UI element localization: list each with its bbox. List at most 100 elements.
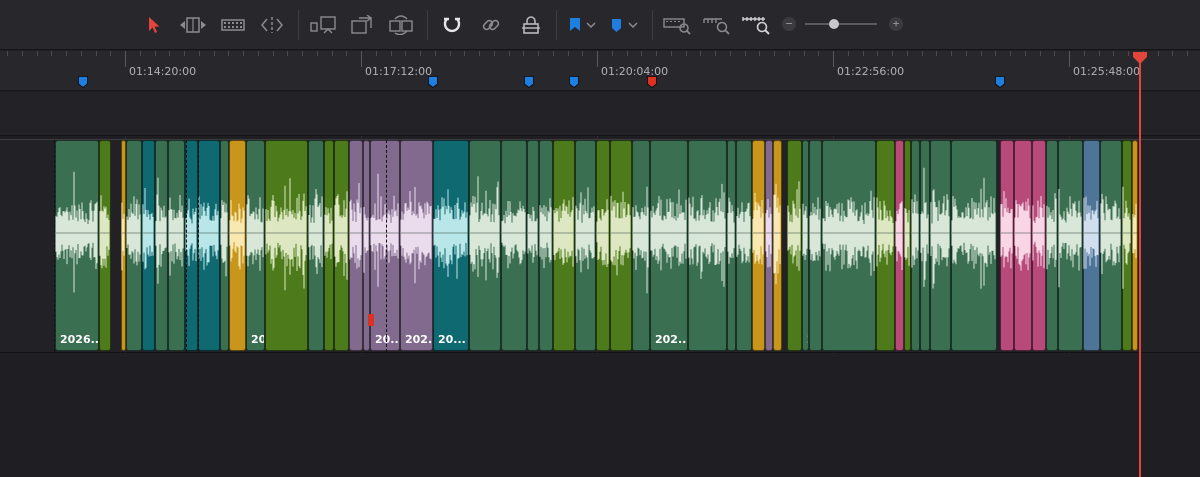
audio-clip[interactable] bbox=[920, 140, 930, 351]
audio-clip[interactable] bbox=[126, 140, 142, 351]
overwrite-clip-icon[interactable] bbox=[349, 13, 375, 37]
ruler-tick bbox=[1010, 51, 1011, 56]
ruler-tick bbox=[22, 51, 23, 56]
custom-zoom-icon[interactable] bbox=[741, 13, 773, 37]
audio-clip[interactable] bbox=[334, 140, 349, 351]
audio-clip[interactable] bbox=[469, 140, 501, 351]
audio-clip[interactable]: 20... bbox=[433, 140, 469, 351]
snapping-icon[interactable] bbox=[442, 13, 462, 37]
audio-clip[interactable] bbox=[198, 140, 220, 351]
audio-clip[interactable] bbox=[773, 140, 782, 351]
audio-clip[interactable] bbox=[220, 140, 229, 351]
toolbar-separator bbox=[652, 10, 653, 40]
ruler-tick bbox=[317, 51, 318, 56]
zoom-out-button[interactable]: − bbox=[782, 17, 796, 31]
audio-clip[interactable] bbox=[229, 140, 246, 351]
audio-clip[interactable] bbox=[527, 140, 539, 351]
replace-clip-icon[interactable] bbox=[387, 13, 415, 37]
audio-clip[interactable] bbox=[727, 140, 736, 351]
audio-clip[interactable]: 20... bbox=[370, 140, 400, 351]
dynamic-trim-icon[interactable] bbox=[220, 13, 246, 37]
audio-clip[interactable] bbox=[632, 140, 650, 351]
ruler-tick bbox=[656, 51, 657, 56]
audio-clip[interactable] bbox=[324, 140, 334, 351]
audio-clip[interactable] bbox=[688, 140, 727, 351]
audio-clip[interactable] bbox=[539, 140, 553, 351]
ruler-tick bbox=[420, 51, 421, 56]
ruler-tick bbox=[538, 51, 539, 56]
audio-clip[interactable] bbox=[904, 140, 911, 351]
audio-clip[interactable] bbox=[99, 140, 111, 351]
audio-clip[interactable] bbox=[610, 140, 632, 351]
ruler-tick bbox=[110, 51, 111, 56]
timeline-editor: − + 01:14:20:00 01:17:12:00 01:20:04:00 01:… bbox=[0, 0, 1200, 477]
trim-edit-icon[interactable] bbox=[178, 13, 208, 37]
audio-clip[interactable] bbox=[930, 140, 951, 351]
audio-clip[interactable] bbox=[895, 140, 904, 351]
audio-clip[interactable] bbox=[1032, 140, 1046, 351]
audio-clip[interactable] bbox=[308, 140, 324, 351]
blue-timeline-marker[interactable] bbox=[428, 76, 438, 88]
audio-clip[interactable] bbox=[787, 140, 802, 351]
insert-clip-icon[interactable] bbox=[309, 13, 337, 37]
audio-clip[interactable] bbox=[1058, 140, 1083, 351]
audio-clip[interactable] bbox=[155, 140, 168, 351]
audio-clip[interactable] bbox=[951, 140, 997, 351]
audio-clip[interactable] bbox=[752, 140, 765, 351]
audio-clip[interactable] bbox=[1083, 140, 1100, 351]
audio-clip[interactable]: 202... bbox=[650, 140, 688, 351]
linked-selection-icon[interactable] bbox=[480, 13, 502, 37]
audio-clip[interactable] bbox=[142, 140, 155, 351]
audio-clip[interactable] bbox=[736, 140, 752, 351]
audio-clip[interactable] bbox=[876, 140, 895, 351]
position-lock-icon[interactable] bbox=[520, 13, 542, 37]
playhead-handle[interactable] bbox=[1132, 51, 1148, 65]
blue-timeline-marker[interactable] bbox=[78, 76, 88, 88]
audio-clip[interactable] bbox=[911, 140, 920, 351]
blue-timeline-marker[interactable] bbox=[569, 76, 579, 88]
zoom-slider-track[interactable] bbox=[805, 23, 877, 25]
blue-timeline-marker[interactable] bbox=[524, 76, 534, 88]
audio-clip[interactable] bbox=[265, 140, 308, 351]
flag-icon[interactable] bbox=[567, 13, 599, 37]
ruler-major-tick bbox=[833, 51, 834, 67]
audio-clip[interactable] bbox=[822, 140, 876, 351]
timecode-label: 01:22:56:00 bbox=[837, 65, 905, 78]
audio-clip[interactable] bbox=[349, 140, 363, 351]
audio-clip[interactable] bbox=[1046, 140, 1058, 351]
zoom-slider-knob[interactable] bbox=[828, 19, 839, 29]
audio-clip[interactable]: 2026... bbox=[55, 140, 99, 351]
audio-clip[interactable] bbox=[809, 140, 822, 351]
audio-clip[interactable] bbox=[575, 140, 596, 351]
ruler-tick bbox=[995, 51, 996, 56]
selection-tool-icon[interactable] bbox=[146, 13, 162, 37]
audio-clip[interactable] bbox=[1014, 140, 1032, 351]
clip-name: 202... bbox=[655, 333, 688, 346]
audio-clip[interactable] bbox=[1100, 140, 1122, 351]
empty-track-area[interactable] bbox=[0, 354, 1200, 477]
audio-clip[interactable]: 202... bbox=[400, 140, 433, 351]
audio-clip[interactable] bbox=[168, 140, 185, 351]
marker-icon[interactable] bbox=[609, 13, 641, 37]
audio-clip[interactable] bbox=[765, 140, 773, 351]
detail-zoom-icon[interactable] bbox=[702, 13, 732, 37]
empty-video-track[interactable] bbox=[0, 92, 1200, 136]
audio-clip[interactable] bbox=[553, 140, 575, 351]
playhead-line[interactable] bbox=[1139, 58, 1141, 477]
timecode-ruler[interactable]: 01:14:20:00 01:17:12:00 01:20:04:00 01:22:5… bbox=[0, 51, 1200, 91]
audio-clip[interactable]: 2026-0... bbox=[802, 140, 809, 351]
audio-clip[interactable] bbox=[596, 140, 610, 351]
audio-clip[interactable]: 2026... bbox=[246, 140, 265, 351]
ruler-tick bbox=[37, 51, 38, 56]
red-timeline-marker[interactable] bbox=[647, 76, 657, 88]
audio-clip[interactable] bbox=[1122, 140, 1132, 351]
zoom-in-button[interactable]: + bbox=[889, 17, 903, 31]
audio-clip[interactable] bbox=[1132, 140, 1138, 351]
audio-clip[interactable] bbox=[501, 140, 527, 351]
full-extent-zoom-icon[interactable] bbox=[662, 13, 692, 37]
ruler-tick bbox=[1025, 51, 1026, 56]
blade-edit-icon[interactable] bbox=[259, 13, 285, 37]
audio-clip[interactable] bbox=[1000, 140, 1014, 351]
blue-timeline-marker[interactable] bbox=[995, 76, 1005, 88]
ruler-tick bbox=[730, 51, 731, 56]
